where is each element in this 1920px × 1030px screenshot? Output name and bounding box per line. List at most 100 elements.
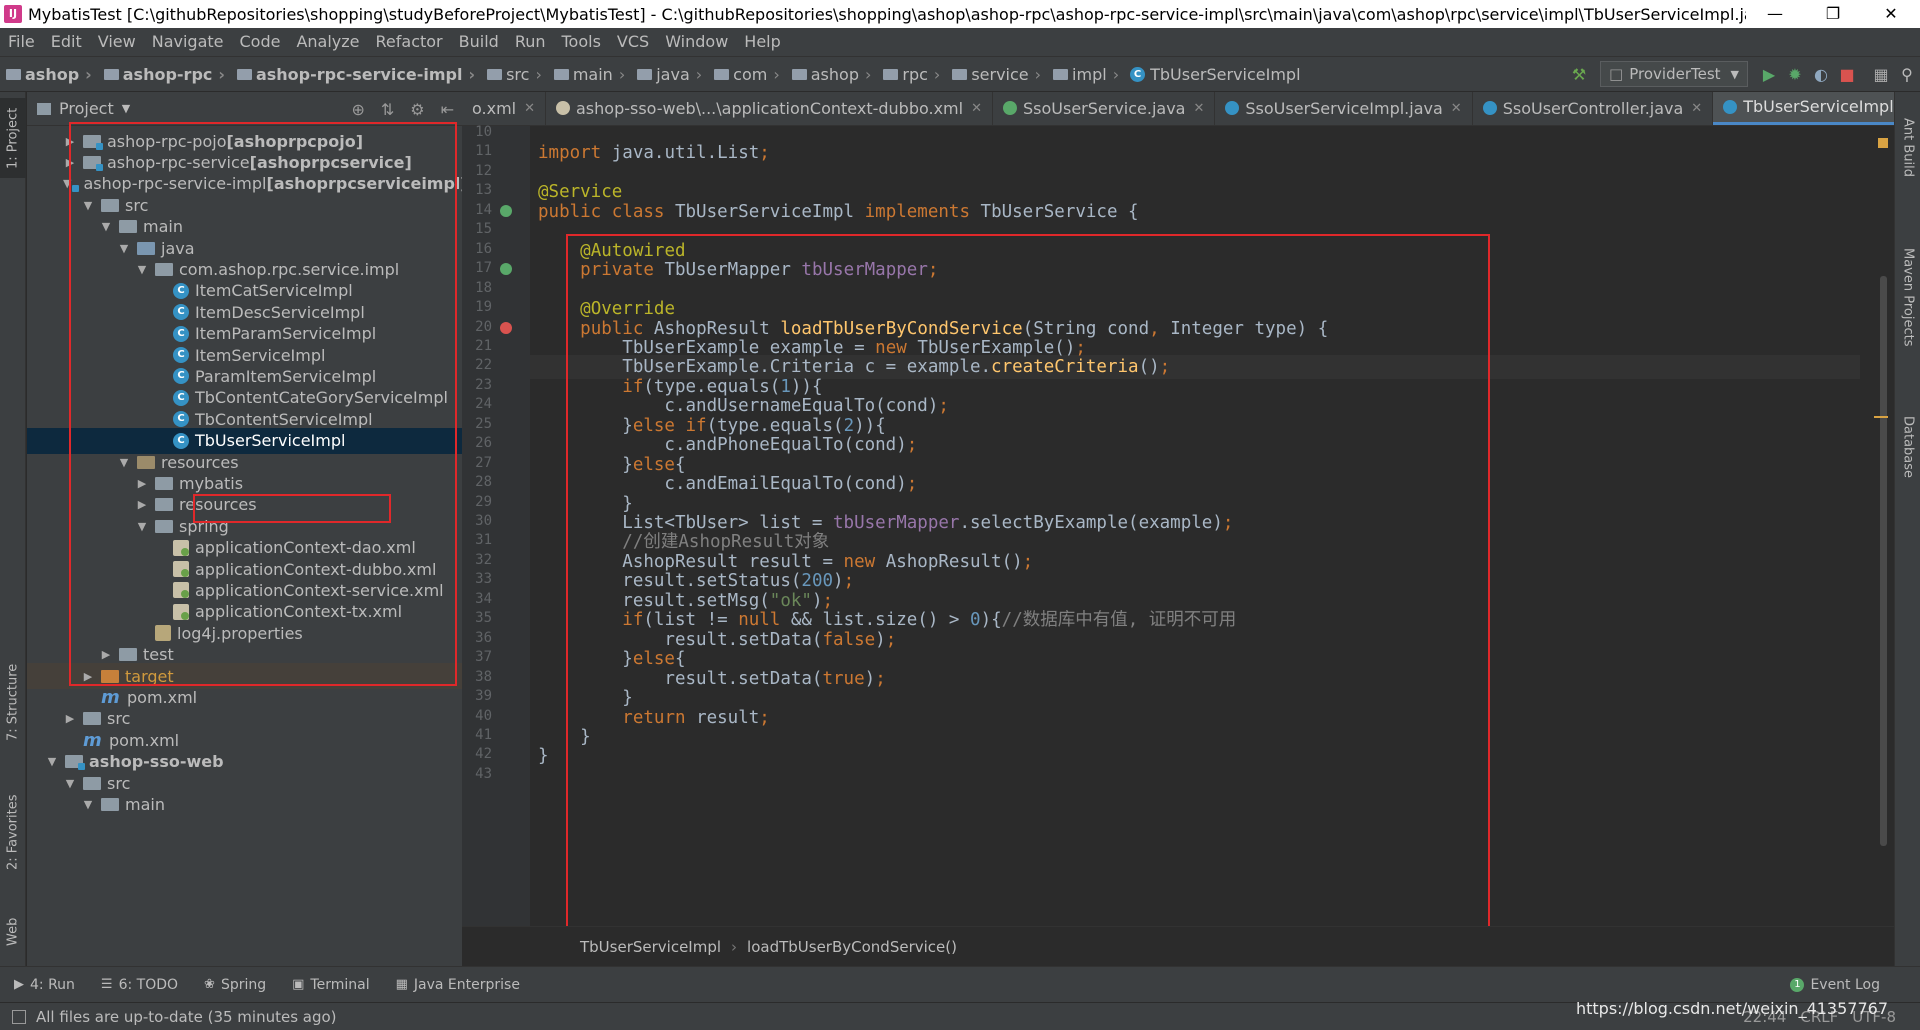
event-log-button[interactable]: 1 Event Log <box>1790 977 1880 993</box>
tool-tab-project[interactable]: 1: Project <box>0 98 26 178</box>
tree-item-label: resources <box>161 452 239 472</box>
expand-arrow-icon[interactable]: ▼ <box>117 456 131 469</box>
tool-tab-web[interactable]: Web <box>0 907 26 957</box>
collapse-arrow-icon[interactable]: ▶ <box>135 477 149 490</box>
scroll-from-source-icon[interactable]: ⊕ <box>351 100 364 119</box>
coverage-icon[interactable]: ◐ <box>1808 61 1834 87</box>
menu-build[interactable]: Build <box>451 28 507 56</box>
tool-tab-maven-projects[interactable]: Maven Projects <box>1895 222 1920 372</box>
tree-item[interactable]: ▼ main <box>27 791 462 817</box>
gear-icon[interactable]: ⚙ <box>410 100 424 119</box>
menu-navigate[interactable]: Navigate <box>144 28 232 56</box>
run-icon[interactable]: ▶ <box>1756 61 1782 87</box>
expand-arrow-icon[interactable]: ▼ <box>135 263 149 276</box>
tree-item-label: com.ashop.rpc.service.impl <box>179 259 400 279</box>
expand-arrow-icon[interactable]: ▼ <box>99 220 113 233</box>
collapse-arrow-icon[interactable]: ▶ <box>99 648 113 661</box>
tool-tab-ant-build[interactable]: Ant Build <box>1895 102 1920 192</box>
close-tab-icon[interactable]: ✕ <box>1451 101 1462 116</box>
status-toggle-icon[interactable] <box>12 1009 26 1024</box>
close-tab-icon[interactable]: ✕ <box>1193 101 1204 116</box>
collapse-arrow-icon[interactable]: ▶ <box>63 135 77 148</box>
code-view[interactable]: import java.util.List; @Service public cla… <box>530 126 1860 926</box>
tool-tab-structure[interactable]: 7: Structure <box>0 652 26 752</box>
tree-item-label: applicationContext-tx.xml <box>195 602 403 622</box>
editor-tab[interactable]: SsoUserServiceImpl.java ✕ <box>1215 92 1473 125</box>
bottom-tab-icon: ▶ <box>14 977 24 992</box>
menu-tools[interactable]: Tools <box>554 28 609 56</box>
nav-crumb-main[interactable]: main › <box>548 65 625 84</box>
editor-breadcrumb-item[interactable]: loadTbUserByCondService() <box>747 938 957 956</box>
bottom-tab-spring[interactable]: ❀ Spring <box>204 977 266 993</box>
close-tab-icon[interactable]: ✕ <box>971 101 982 116</box>
hide-panel-icon[interactable]: ⇤ <box>441 100 454 119</box>
menu-run[interactable]: Run <box>507 28 554 56</box>
menu-edit[interactable]: Edit <box>43 28 90 56</box>
menu-code[interactable]: Code <box>232 28 289 56</box>
menu-file[interactable]: File <box>0 28 43 56</box>
close-icon[interactable]: ✕ <box>1862 0 1920 28</box>
editor-tab[interactable]: SsoUserController.java ✕ <box>1473 92 1714 125</box>
bottom-tab-javaenterprise[interactable]: ▦ Java Enterprise <box>396 977 520 993</box>
bottom-tab-todo[interactable]: ☰ 6: TODO <box>101 977 178 993</box>
nav-crumb-ashop[interactable]: ashop › <box>0 65 92 84</box>
autowired-bean-icon[interactable] <box>500 263 512 276</box>
collapse-all-icon[interactable]: ⇅ <box>381 100 394 119</box>
override-breakpoint-icon[interactable] <box>500 321 512 334</box>
run-configuration-select[interactable]: □ ProviderTest ▼ <box>1600 61 1748 87</box>
nav-crumb-ashop[interactable]: ashop › <box>786 65 871 84</box>
tool-tab-favorites[interactable]: 2: Favorites <box>0 782 26 882</box>
debug-icon[interactable]: ✹ <box>1782 61 1808 87</box>
expand-arrow-icon[interactable]: ▼ <box>63 777 77 790</box>
menu-analyze[interactable]: Analyze <box>288 28 367 56</box>
nav-crumb-com[interactable]: com › <box>708 65 780 84</box>
restore-icon[interactable]: ❐ <box>1804 0 1862 28</box>
project-panel-title[interactable]: Project <box>59 99 114 118</box>
bottom-tab-terminal[interactable]: ▣ Terminal <box>292 977 369 993</box>
chevron-down-icon[interactable]: ▼ <box>122 102 130 115</box>
scroll-thumb[interactable] <box>1880 276 1887 846</box>
menu-window[interactable]: Window <box>657 28 736 56</box>
project-structure-icon[interactable]: ▦ <box>1868 61 1894 87</box>
bottom-tab-run[interactable]: ▶ 4: Run <box>14 977 75 993</box>
minimize-icon[interactable]: — <box>1746 0 1804 28</box>
close-tab-icon[interactable]: ✕ <box>1691 101 1702 116</box>
nav-crumb-impl[interactable]: impl › <box>1047 65 1119 84</box>
collapse-arrow-icon[interactable]: ▶ <box>63 156 77 169</box>
expand-arrow-icon[interactable]: ▼ <box>81 798 95 811</box>
close-tab-icon[interactable]: ✕ <box>524 101 535 116</box>
menu-help[interactable]: Help <box>736 28 788 56</box>
tool-tab-database[interactable]: Database <box>1895 397 1920 497</box>
stop-icon[interactable]: ■ <box>1834 61 1860 87</box>
menu-refactor[interactable]: Refactor <box>368 28 451 56</box>
editor-scrollbar[interactable] <box>1874 126 1894 926</box>
expand-arrow-icon[interactable]: ▼ <box>63 177 71 190</box>
editor-tab[interactable]: SsoUserService.java ✕ <box>993 92 1216 125</box>
expand-arrow-icon[interactable]: ▼ <box>81 199 95 212</box>
nav-crumb-service[interactable]: service › <box>946 65 1041 84</box>
nav-crumb-src[interactable]: src › <box>481 65 542 84</box>
expand-arrow-icon[interactable]: ▼ <box>117 242 131 255</box>
nav-crumb-ashop-rpc-service-impl[interactable]: ashop-rpc-service-impl › <box>231 65 475 84</box>
menu-view[interactable]: View <box>90 28 144 56</box>
implemented-icon[interactable] <box>500 204 512 217</box>
collapse-arrow-icon[interactable]: ▶ <box>81 670 95 683</box>
tree-item-label: ashop-rpc-service-impl <box>83 174 267 194</box>
collapse-arrow-icon[interactable]: ▶ <box>135 498 149 511</box>
collapse-arrow-icon[interactable]: ▶ <box>63 712 77 725</box>
editor-tab[interactable]: ashop-sso-web\...\applicationContext-dub… <box>546 92 993 125</box>
editor-tab[interactable]: o.xml ✕ <box>462 92 546 125</box>
search-icon[interactable]: ⚲ <box>1894 61 1920 87</box>
editor-tab[interactable]: TbUserServiceImpl.java✕ <box>1713 92 1894 125</box>
build-hammer-icon[interactable]: ⚒ <box>1566 61 1592 87</box>
nav-crumb-java[interactable]: java › <box>631 65 702 84</box>
watermark-text: https://blog.csdn.net/weixin_41357767 <box>1575 999 1888 1018</box>
menu-vcs[interactable]: VCS <box>609 28 657 56</box>
nav-crumb-ashop-rpc[interactable]: ashop-rpc › <box>98 65 225 84</box>
nav-crumb-rpc[interactable]: rpc › <box>877 65 940 84</box>
editor-tab-label: o.xml <box>472 98 517 118</box>
editor-breadcrumb-item[interactable]: TbUserServiceImpl <box>580 938 721 956</box>
nav-crumb-file[interactable]: C TbUserServiceImpl <box>1125 65 1301 84</box>
expand-arrow-icon[interactable]: ▼ <box>45 755 59 768</box>
expand-arrow-icon[interactable]: ▼ <box>135 520 149 533</box>
